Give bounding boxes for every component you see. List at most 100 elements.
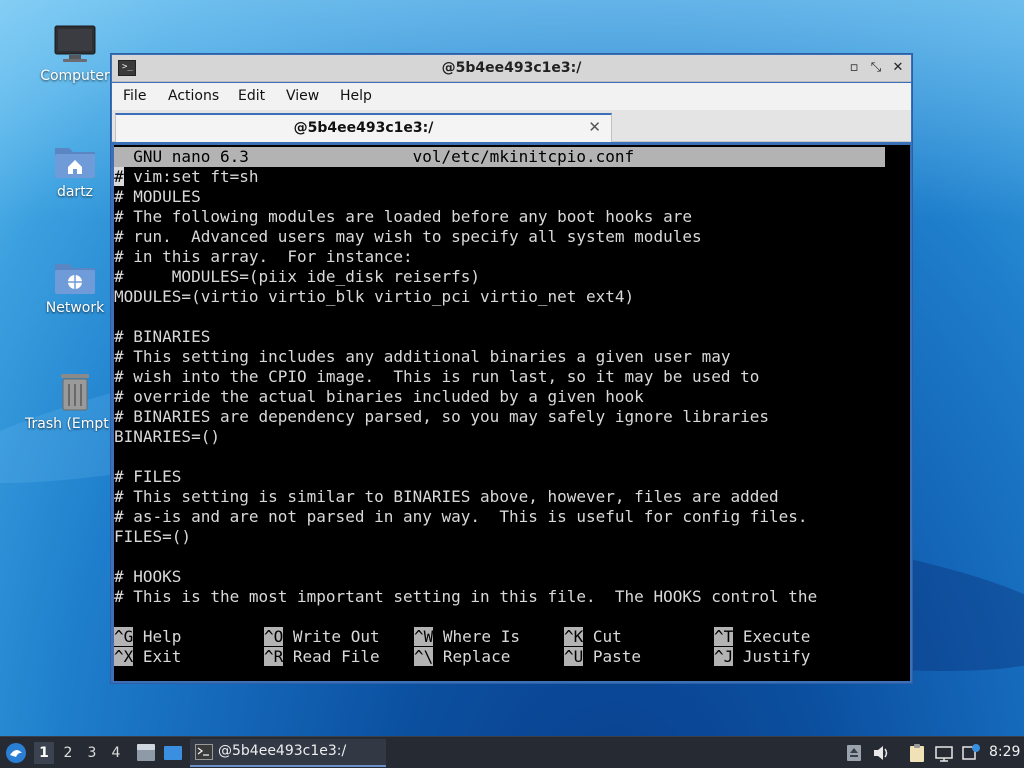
- shortcut-label: Execute: [733, 627, 811, 646]
- shortcut-item: ^\ Replace: [414, 647, 510, 667]
- taskbar: 1234 @5b4ee493c1e3:/ 8:29: [0, 736, 1024, 768]
- editor-line-text: # MODULES: [114, 187, 201, 206]
- menu-file[interactable]: File: [123, 88, 146, 104]
- editor-line[interactable]: # wish into the CPIO image. This is run …: [114, 367, 759, 387]
- desktop-icon-label: Trash (Empty): [25, 416, 109, 432]
- editor-line-text: BINARIES=(): [114, 427, 220, 446]
- editor-line[interactable]: MODULES=(virtio virtio_blk virtio_pci vi…: [114, 287, 634, 307]
- start-menu-icon[interactable]: [5, 742, 27, 764]
- shortcut-label: Paste: [583, 647, 642, 666]
- shortcut-key: ^R: [264, 647, 284, 666]
- network-icon[interactable]: [934, 743, 954, 763]
- shortcut-label: Justify: [733, 647, 811, 666]
- menu-view[interactable]: View: [286, 88, 319, 104]
- terminal-content[interactable]: GNU nano 6.3 vol/etc/mkinitcpio.conf # v…: [114, 145, 910, 681]
- editor-line[interactable]: # vim:set ft=sh: [114, 167, 259, 187]
- menu-help[interactable]: Help: [340, 88, 372, 104]
- terminal-icon: [195, 744, 213, 760]
- editor-line-text: # BINARIES: [114, 327, 211, 346]
- home-folder-icon: [55, 148, 95, 178]
- minimize-button[interactable]: ▫: [845, 59, 863, 77]
- shortcut-item: ^W Where Is: [414, 627, 520, 647]
- editor-line-text: # BINARIES are dependency parsed, so you…: [114, 407, 770, 426]
- editor-line-text: # The following modules are loaded befor…: [114, 207, 692, 226]
- close-button[interactable]: ✕: [889, 59, 907, 77]
- editor-line[interactable]: # This setting includes any additional b…: [114, 347, 731, 367]
- editor-line-text: # as-is and are not parsed in any way. T…: [114, 507, 808, 526]
- editor-line-text: # wish into the CPIO image. This is run …: [114, 367, 760, 386]
- editor-line[interactable]: # This setting is similar to BINARIES ab…: [114, 487, 779, 507]
- workspace-1[interactable]: 1: [34, 742, 54, 764]
- editor-line[interactable]: # FILES: [114, 467, 181, 487]
- computer-icon: [54, 25, 96, 62]
- clipboard-icon[interactable]: [907, 743, 927, 763]
- show-desktop-icon[interactable]: [163, 743, 183, 763]
- clock[interactable]: 8:29: [989, 744, 1020, 760]
- shortcut-item: ^G Help: [114, 627, 181, 647]
- shortcut-key: ^K: [564, 627, 584, 646]
- tab-close-icon[interactable]: ✕: [588, 118, 601, 136]
- editor-line[interactable]: # in this array. For instance:: [114, 247, 413, 267]
- tab-bar: @5b4ee493c1e3:/ ✕: [112, 110, 911, 142]
- shortcut-key: ^O: [264, 627, 284, 646]
- editor-line-text: # HOOKS: [114, 567, 182, 586]
- editor-line[interactable]: # HOOKS: [114, 567, 181, 587]
- terminal-window: >_ @5b4ee493c1e3:/ ▫ ⤡ ✕ File Actions Ed…: [110, 53, 913, 684]
- editor-line-text: # in this array. For instance:: [114, 247, 413, 266]
- file-manager-icon[interactable]: [136, 743, 156, 763]
- editor-line[interactable]: # override the actual binaries included …: [114, 387, 644, 407]
- shortcut-item: ^T Execute: [714, 627, 810, 647]
- editor-line-text: # This is the most important setting in …: [114, 587, 818, 606]
- editor-line[interactable]: # The following modules are loaded befor…: [114, 207, 692, 227]
- workspace-3[interactable]: 3: [82, 742, 102, 764]
- editor-line-text: # MODULES=(piix ide_disk reiserfs): [114, 267, 481, 286]
- trash-icon: [61, 374, 89, 411]
- shortcut-item: ^X Exit: [114, 647, 181, 667]
- taskbar-task-label: @5b4ee493c1e3:/: [218, 743, 347, 759]
- text-cursor: #: [114, 167, 124, 186]
- notification-icon[interactable]: [961, 743, 981, 763]
- shortcut-key: ^U: [564, 647, 584, 666]
- editor-line-text: FILES=(): [114, 527, 192, 546]
- editor-line-text: # run. Advanced users may wish to specif…: [114, 227, 702, 246]
- shortcut-label: Write Out: [283, 627, 380, 646]
- editor-line[interactable]: # This is the most important setting in …: [114, 587, 817, 607]
- volume-icon[interactable]: [871, 743, 891, 763]
- shortcut-key: ^\: [414, 647, 434, 666]
- editor-line-text: # override the actual binaries included …: [114, 387, 644, 406]
- window-titlebar[interactable]: >_ @5b4ee493c1e3:/ ▫ ⤡ ✕: [112, 55, 911, 82]
- editor-line[interactable]: FILES=(): [114, 527, 191, 547]
- editor-line[interactable]: # MODULES=(piix ide_disk reiserfs): [114, 267, 480, 287]
- editor-line[interactable]: # as-is and are not parsed in any way. T…: [114, 507, 808, 527]
- editor-line-text: # FILES: [114, 467, 182, 486]
- shortcut-label: Exit: [133, 647, 182, 666]
- shortcut-label: Help: [133, 627, 182, 646]
- editor-line[interactable]: # MODULES: [114, 187, 201, 207]
- shortcut-item: ^J Justify: [714, 647, 810, 667]
- workspace-2[interactable]: 2: [58, 742, 78, 764]
- editor-line[interactable]: # BINARIES are dependency parsed, so you…: [114, 407, 769, 427]
- tab-terminal[interactable]: @5b4ee493c1e3:/ ✕: [115, 113, 612, 142]
- editor-line[interactable]: # run. Advanced users may wish to specif…: [114, 227, 702, 247]
- workspace-4[interactable]: 4: [106, 742, 126, 764]
- tab-title: @5b4ee493c1e3:/: [293, 120, 434, 136]
- editor-line-text: # This setting includes any additional b…: [114, 347, 731, 366]
- taskbar-task-terminal[interactable]: @5b4ee493c1e3:/: [190, 739, 386, 767]
- editor-line-text: vim:set ft=sh: [123, 167, 259, 186]
- window-title: @5b4ee493c1e3:/: [441, 60, 582, 76]
- shortcut-label: Where Is: [433, 627, 520, 646]
- shortcut-key: ^X: [114, 647, 134, 666]
- editor-line-text: MODULES=(virtio virtio_blk virtio_pci vi…: [114, 287, 635, 306]
- menu-actions[interactable]: Actions: [168, 88, 219, 104]
- eject-icon[interactable]: [844, 743, 864, 763]
- menu-edit[interactable]: Edit: [238, 88, 265, 104]
- editor-line[interactable]: # BINARIES: [114, 327, 210, 347]
- maximize-button[interactable]: ⤡: [867, 59, 885, 77]
- shortcut-label: Replace: [433, 647, 511, 666]
- shortcut-label: Read File: [283, 647, 380, 666]
- shortcut-key: ^J: [714, 647, 734, 666]
- network-folder-icon: [55, 264, 95, 294]
- shortcut-key: ^G: [114, 627, 134, 646]
- editor-line[interactable]: BINARIES=(): [114, 427, 220, 447]
- menu-bar: File Actions Edit View Help: [112, 83, 911, 110]
